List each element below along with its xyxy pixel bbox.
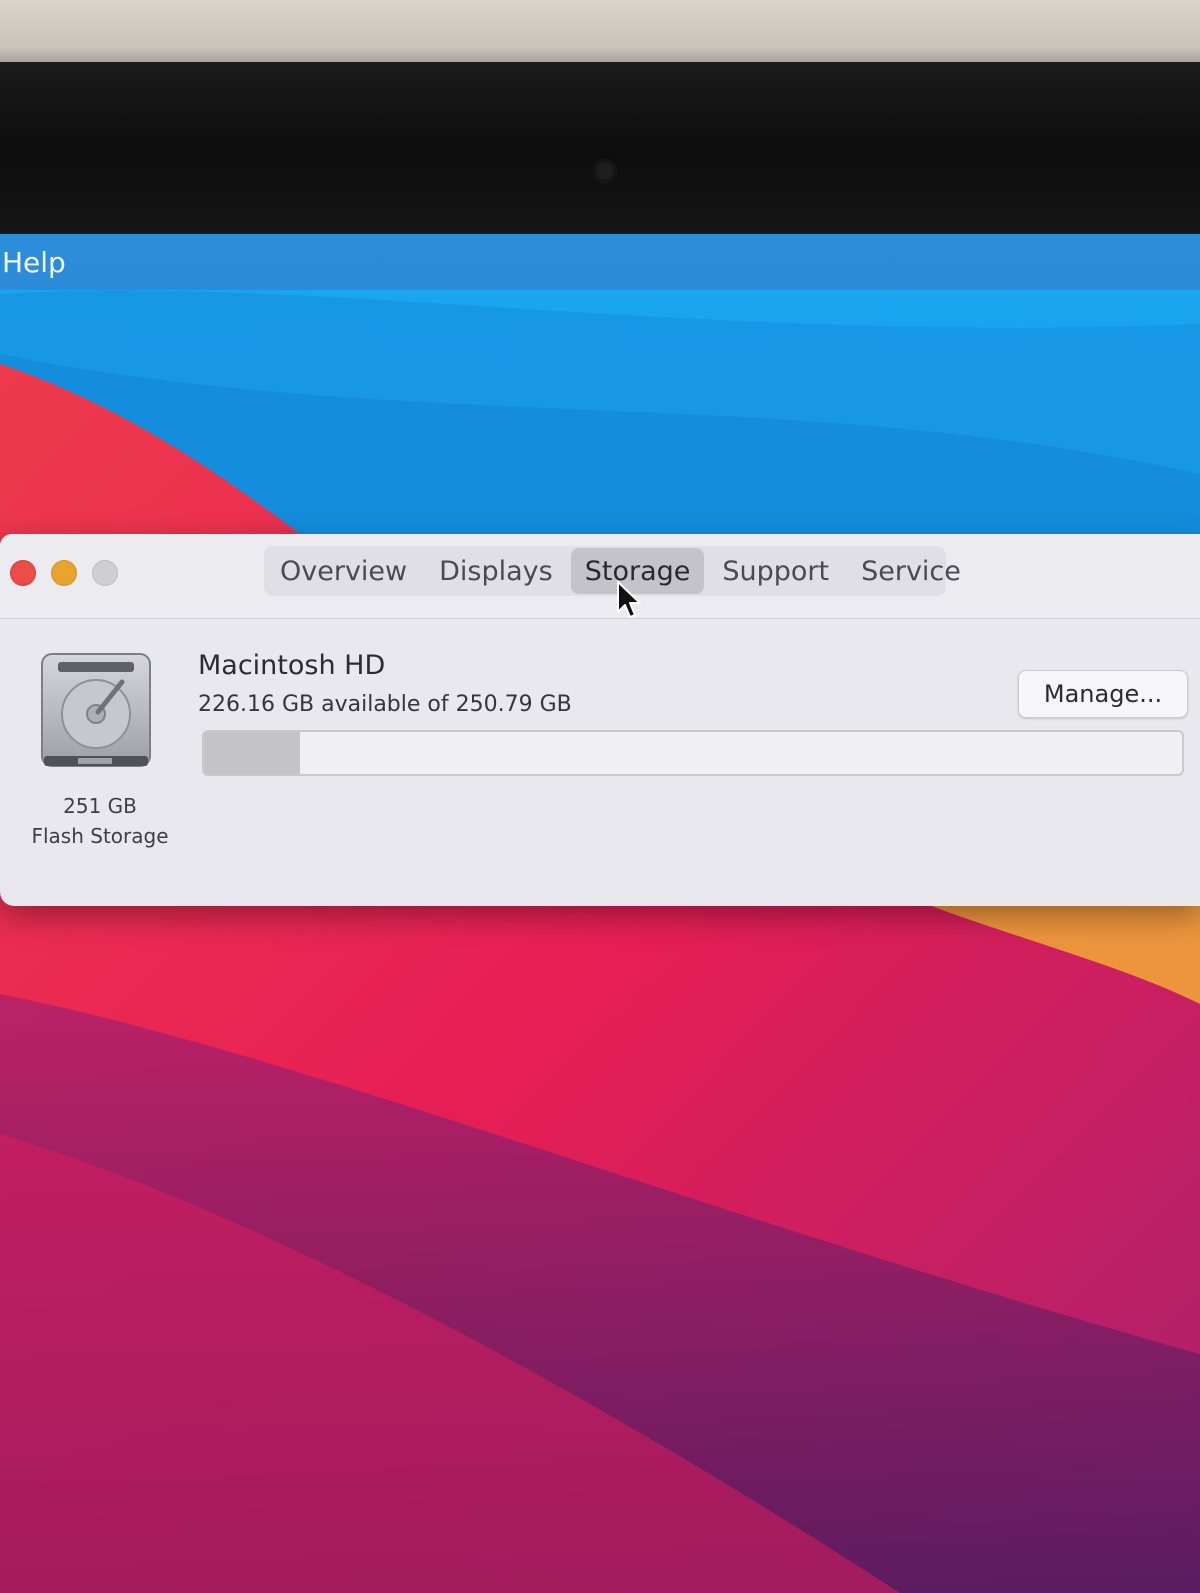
screen: Help Overview Displays Storage Support S… bbox=[0, 234, 1200, 1593]
window-titlebar: Overview Displays Storage Support Servic… bbox=[0, 534, 1200, 619]
tab-support[interactable]: Support bbox=[708, 548, 843, 594]
menu-help[interactable]: Help bbox=[2, 246, 66, 279]
disk-capacity: 251 GB bbox=[63, 794, 137, 818]
storage-usage-bar bbox=[202, 730, 1184, 776]
volume-name: Macintosh HD bbox=[198, 650, 386, 681]
manage-button[interactable]: Manage... bbox=[1018, 670, 1188, 718]
webcam-icon bbox=[594, 160, 616, 182]
zoom-button[interactable] bbox=[92, 560, 118, 586]
mouse-pointer-icon bbox=[617, 581, 641, 618]
about-this-mac-window: Overview Displays Storage Support Servic… bbox=[0, 534, 1200, 906]
menu-bar: Help bbox=[0, 234, 1200, 290]
storage-used-segment bbox=[204, 732, 301, 774]
laptop-bezel bbox=[0, 62, 1200, 238]
tab-service[interactable]: Service bbox=[847, 548, 975, 594]
desktop-wallpaper bbox=[0, 234, 1200, 1593]
tab-bar: Overview Displays Storage Support Servic… bbox=[264, 546, 961, 596]
close-button[interactable] bbox=[10, 560, 36, 586]
minimize-button[interactable] bbox=[51, 560, 77, 586]
disk-type: Flash Storage bbox=[31, 824, 169, 848]
tab-overview[interactable]: Overview bbox=[266, 548, 421, 594]
tab-displays[interactable]: Displays bbox=[425, 548, 567, 594]
hard-drive-icon bbox=[41, 653, 151, 767]
volume-availability: 226.16 GB available of 250.79 GB bbox=[198, 692, 572, 717]
photo-background bbox=[0, 0, 1200, 68]
